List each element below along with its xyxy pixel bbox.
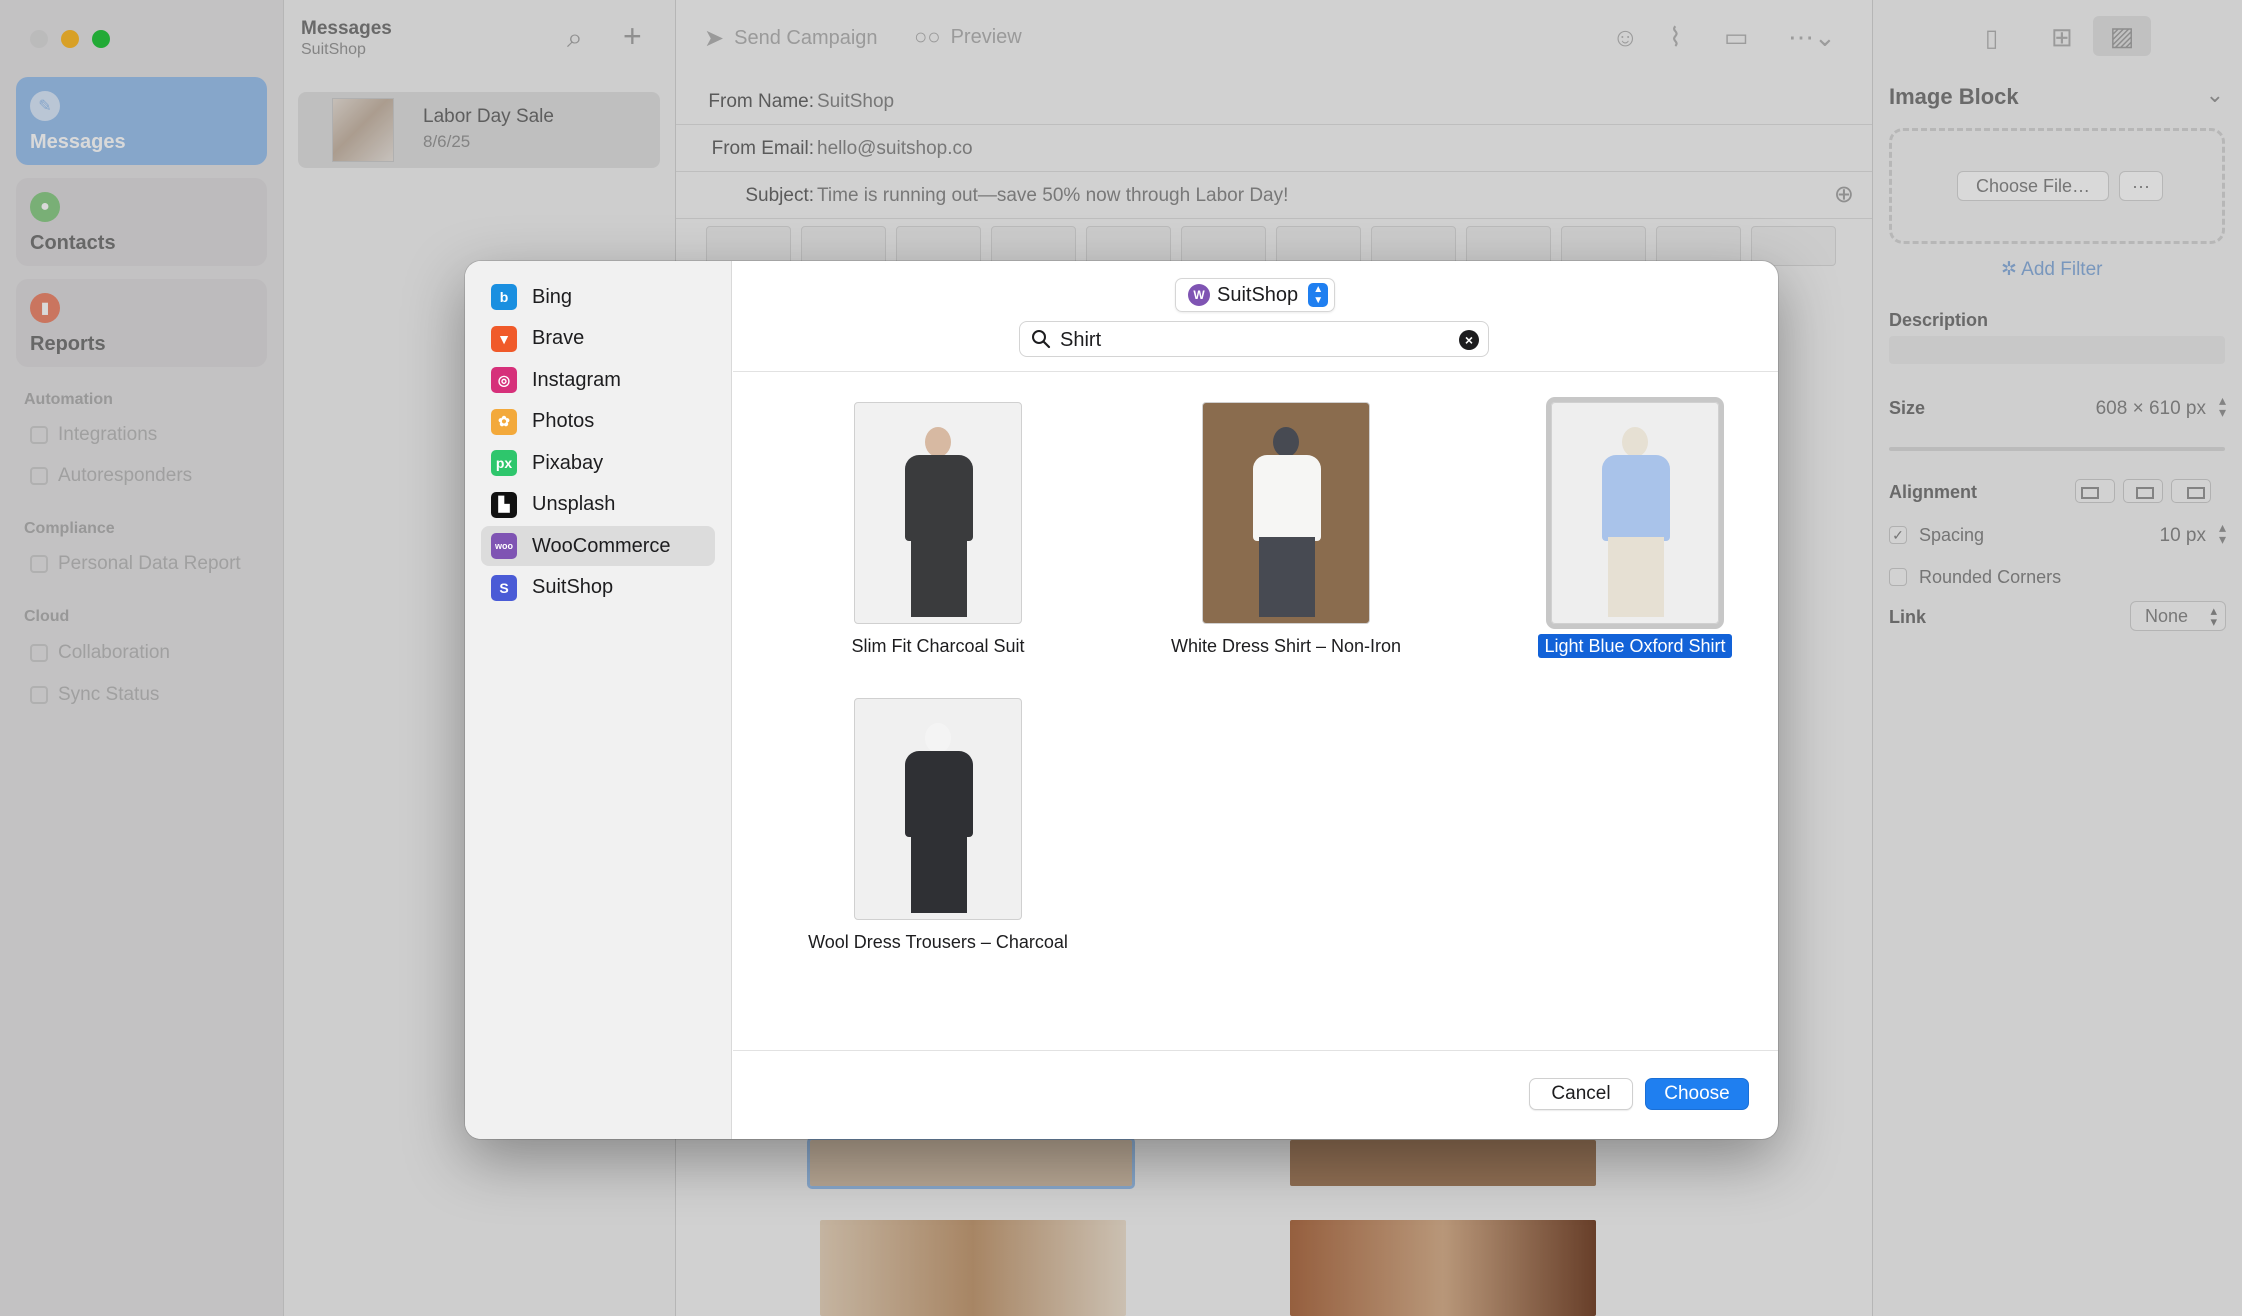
product-tile[interactable]: Light Blue Oxford Shirt bbox=[1485, 397, 1778, 664]
cancel-button[interactable]: Cancel bbox=[1529, 1078, 1633, 1110]
source-item-label: Unsplash bbox=[532, 493, 616, 515]
torso-shape bbox=[1253, 455, 1321, 541]
woocommerce-store-icon: W bbox=[1188, 284, 1210, 306]
bing-icon: b bbox=[491, 284, 517, 310]
pixabay-icon: px bbox=[491, 450, 517, 476]
source-item-pixabay[interactable]: px Pixabay bbox=[481, 443, 715, 483]
legs-shape bbox=[911, 537, 967, 617]
source-item-photos[interactable]: ✿ Photos bbox=[481, 402, 715, 442]
source-item-label: SuitShop bbox=[532, 576, 614, 598]
product-caption-row: Slim Fit Charcoal Suit bbox=[788, 636, 1088, 657]
source-item-brave[interactable]: ▼ Brave bbox=[481, 319, 715, 359]
source-item-label: Brave bbox=[532, 327, 585, 349]
source-item-label: WooCommerce bbox=[532, 534, 671, 557]
product-caption: Light Blue Oxford Shirt bbox=[1538, 634, 1732, 658]
head-shape bbox=[1622, 427, 1648, 457]
search-icon bbox=[1032, 330, 1051, 349]
source-item-label: Pixabay bbox=[532, 451, 604, 474]
product-tile[interactable]: Wool Dress Trousers – Charcoal bbox=[788, 698, 1088, 960]
results-grid: Slim Fit Charcoal Suit White Dress Shirt … bbox=[733, 371, 1778, 1051]
search-field[interactable]: × bbox=[1019, 321, 1489, 357]
choose-button[interactable]: Choose bbox=[1645, 1078, 1749, 1110]
product-image bbox=[1202, 402, 1370, 624]
brave-icon: ▼ bbox=[491, 325, 517, 352]
product-caption-row: White Dress Shirt – Non-Iron bbox=[1136, 636, 1436, 657]
torso-shape bbox=[1602, 455, 1670, 541]
source-item-unsplash[interactable]: ▙ Unsplash bbox=[481, 485, 715, 525]
photos-icon: ✿ bbox=[491, 408, 517, 435]
image-picker-dialog: b Bing ▼ Brave ◎ Instagram ✿ Photos px Pixabay ▙ Un… bbox=[465, 261, 1778, 1139]
search-input[interactable] bbox=[1060, 328, 1440, 352]
store-select-value: SuitShop bbox=[1217, 283, 1299, 306]
source-item-suitshop[interactable]: S SuitShop bbox=[481, 568, 715, 608]
source-item-label: Photos bbox=[532, 410, 595, 432]
product-tile[interactable]: White Dress Shirt – Non-Iron bbox=[1136, 402, 1436, 664]
product-caption-row: Light Blue Oxford Shirt bbox=[1485, 634, 1778, 658]
product-caption-row: Wool Dress Trousers – Charcoal bbox=[788, 932, 1088, 953]
clear-search-icon[interactable]: × bbox=[1459, 330, 1479, 350]
product-caption: Slim Fit Charcoal Suit bbox=[851, 636, 1025, 656]
product-image bbox=[854, 402, 1022, 624]
suitshop-icon: S bbox=[491, 574, 517, 601]
instagram-icon: ◎ bbox=[491, 367, 517, 393]
torso-shape bbox=[905, 455, 973, 541]
source-item-woocommerce[interactable]: woo WooCommerce bbox=[481, 526, 715, 566]
source-item-instagram[interactable]: ◎ Instagram bbox=[481, 360, 715, 400]
source-item-label: Bing bbox=[532, 285, 573, 308]
source-item-bing[interactable]: b Bing bbox=[481, 277, 715, 317]
source-list: b Bing ▼ Brave ◎ Instagram ✿ Photos px Pixabay ▙ Un… bbox=[465, 261, 732, 1139]
product-image bbox=[1546, 397, 1724, 629]
legs-shape bbox=[1259, 537, 1315, 617]
torso-shape bbox=[905, 751, 973, 837]
head-shape bbox=[1273, 427, 1299, 457]
product-image bbox=[854, 698, 1022, 920]
head-shape bbox=[925, 723, 951, 753]
legs-shape bbox=[1608, 537, 1664, 617]
legs-shape bbox=[911, 833, 967, 913]
woocommerce-icon: woo bbox=[491, 533, 517, 559]
head-shape bbox=[925, 427, 951, 457]
product-caption: Wool Dress Trousers – Charcoal bbox=[808, 932, 1068, 952]
source-item-label: Instagram bbox=[532, 368, 621, 391]
updown-icon: ▲ ▼ bbox=[1308, 283, 1329, 307]
product-tile[interactable]: Slim Fit Charcoal Suit bbox=[788, 402, 1088, 664]
app-window: ✎ Messages ● Contacts ▮ Reports Automati… bbox=[0, 0, 2242, 1316]
store-select[interactable]: W SuitShop ▲ ▼ bbox=[1175, 278, 1335, 312]
unsplash-icon: ▙ bbox=[491, 491, 517, 518]
product-caption: White Dress Shirt – Non-Iron bbox=[1170, 636, 1402, 656]
